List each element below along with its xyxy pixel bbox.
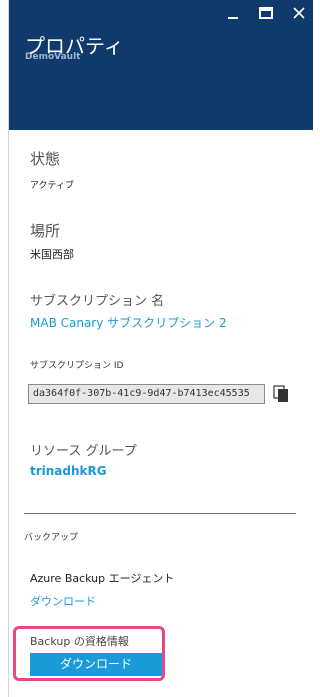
maximize-icon bbox=[259, 7, 273, 19]
resource-group-link[interactable]: trinadhkRG bbox=[30, 464, 107, 478]
subscription-id-label: サブスクリプション ID bbox=[30, 361, 124, 371]
subscription-name-link[interactable]: MAB Canary サブスクリプション 2 bbox=[30, 314, 227, 331]
backup-credentials-label: Backup の資格情報 bbox=[30, 635, 129, 648]
minimize-button[interactable] bbox=[222, 4, 244, 24]
status-label: 状態 bbox=[30, 150, 61, 168]
subscription-id-field[interactable]: da364f0f-307b-41c9-9d47-b7413ec45535 bbox=[28, 384, 265, 404]
blade-header: プロパティ DemoVault bbox=[9, 0, 313, 130]
backup-section-label: バックアップ bbox=[24, 533, 79, 543]
copy-button[interactable] bbox=[271, 384, 291, 404]
backup-agent-label: Azure Backup エージェント bbox=[30, 572, 175, 585]
minimize-icon bbox=[228, 17, 238, 19]
maximize-button[interactable] bbox=[255, 4, 277, 24]
status-value: アクティブ bbox=[30, 181, 75, 191]
resource-group-label: リソース グループ bbox=[30, 444, 137, 459]
section-divider bbox=[24, 513, 296, 514]
copy-icon bbox=[273, 385, 288, 402]
location-label: 場所 bbox=[30, 222, 61, 240]
close-button[interactable] bbox=[288, 4, 310, 24]
close-icon bbox=[293, 7, 305, 19]
blade-subtitle: DemoVault bbox=[25, 52, 81, 62]
credentials-download-button[interactable]: ダウンロード bbox=[30, 653, 162, 676]
location-value: 米国西部 bbox=[30, 248, 74, 261]
agent-download-link[interactable]: ダウンロード bbox=[30, 593, 96, 609]
left-edge-panel bbox=[0, 0, 9, 697]
subscription-name-label: サブスクリプション 名 bbox=[30, 294, 165, 309]
